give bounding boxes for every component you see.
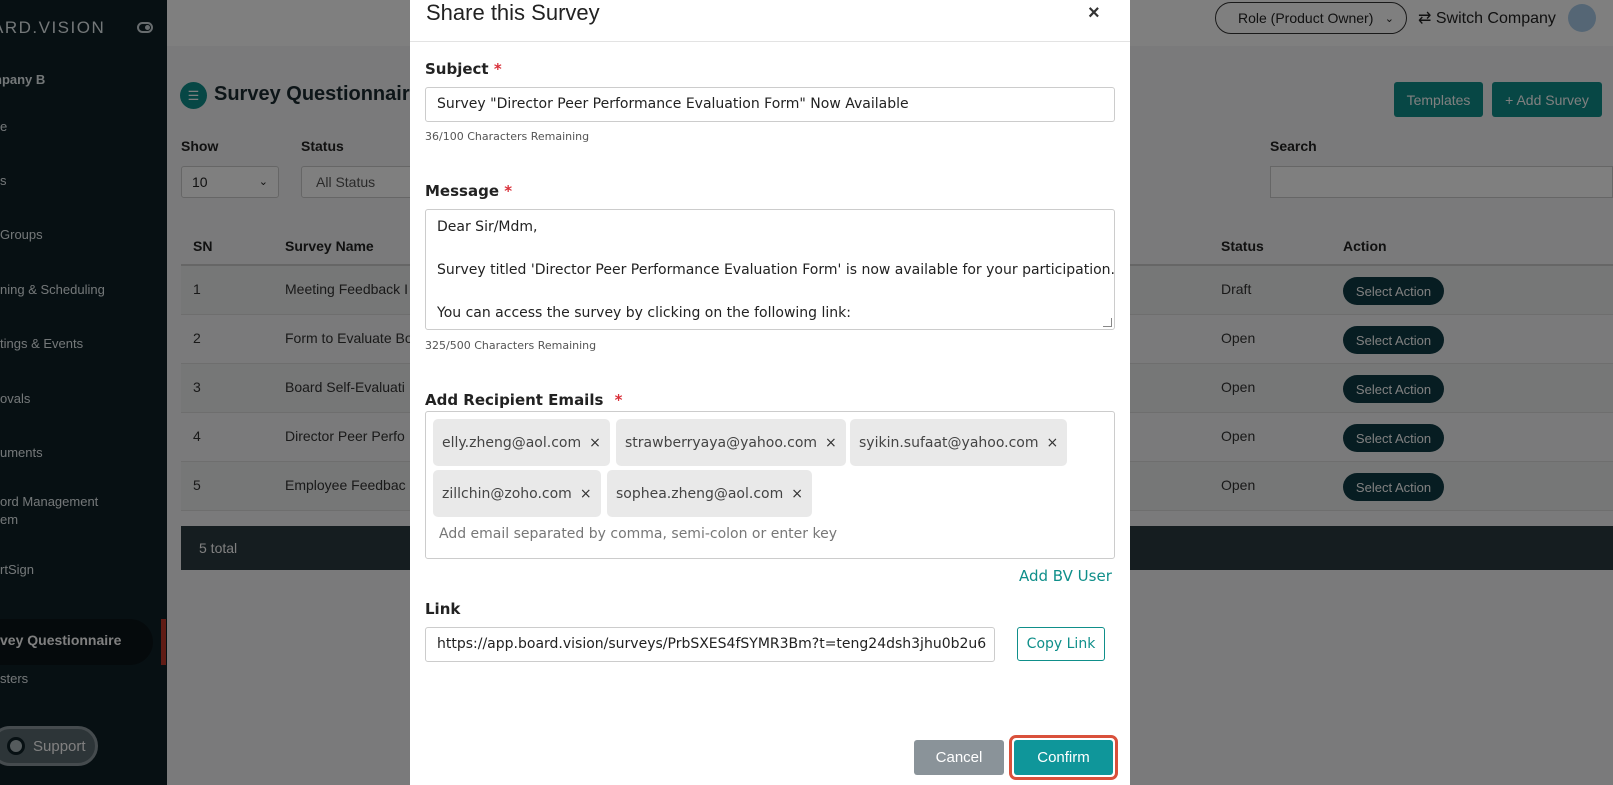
share-survey-modal: Share this Survey × Subject * Survey "Di… (410, 0, 1130, 785)
recipient-chip: strawberryaya@yahoo.com × (616, 419, 846, 466)
link-input[interactable]: https://app.board.vision/surveys/PrbSXES… (425, 627, 995, 662)
add-bv-user-link[interactable]: Add BV User (1019, 567, 1112, 585)
remove-recipient-icon[interactable]: × (825, 435, 837, 451)
subject-counter: 36/100 Characters Remaining (425, 130, 590, 143)
confirm-button[interactable]: Confirm (1014, 740, 1113, 775)
subject-label-text: Subject (425, 60, 489, 78)
recipient-email: strawberryaya@yahoo.com (625, 434, 818, 451)
subject-label: Subject * (425, 60, 502, 78)
recipients-label-text: Add Recipient Emails (425, 391, 604, 409)
modal-title: Share this Survey (426, 0, 600, 25)
remove-recipient-icon[interactable]: × (580, 486, 592, 502)
recipient-email: syikin.sufaat@yahoo.com (859, 434, 1039, 451)
message-textarea[interactable]: Dear Sir/Mdm, Survey titled 'Director Pe… (425, 209, 1115, 330)
link-label: Link (425, 600, 461, 618)
recipient-email: sophea.zheng@aol.com (616, 485, 784, 502)
resize-handle-icon[interactable] (1103, 318, 1112, 327)
recipients-label: Add Recipient Emails * (425, 391, 623, 409)
remove-recipient-icon[interactable]: × (589, 435, 601, 451)
message-line: Dear Sir/Mdm, (437, 219, 538, 235)
required-mark: * (504, 182, 513, 200)
message-counter: 325/500 Characters Remaining (425, 339, 597, 352)
remove-recipient-icon[interactable]: × (791, 486, 803, 502)
recipient-chip: elly.zheng@aol.com × (433, 419, 610, 466)
close-icon[interactable]: × (1088, 2, 1100, 25)
required-mark: * (493, 60, 502, 78)
message-line: Survey titled 'Director Peer Performance… (437, 262, 1115, 278)
subject-input[interactable]: Survey "Director Peer Performance Evalua… (425, 87, 1115, 122)
cancel-button[interactable]: Cancel (914, 740, 1004, 775)
recipient-chip: zillchin@zoho.com × (433, 470, 601, 517)
recipient-chip: sophea.zheng@aol.com × (607, 470, 812, 517)
copy-link-button[interactable]: Copy Link (1017, 627, 1105, 661)
message-line: You can access the survey by clicking on… (437, 305, 851, 321)
modal-divider (410, 41, 1130, 42)
recipient-email: elly.zheng@aol.com (442, 434, 582, 451)
required-mark: * (614, 391, 623, 409)
remove-recipient-icon[interactable]: × (1047, 435, 1059, 451)
recipients-field[interactable]: elly.zheng@aol.com × strawberryaya@yahoo… (425, 411, 1115, 559)
recipient-email: zillchin@zoho.com (442, 485, 572, 502)
recipients-input[interactable]: Add email separated by comma, semi-colon… (439, 526, 837, 542)
recipient-chip: syikin.sufaat@yahoo.com × (850, 419, 1068, 466)
message-label: Message * (425, 182, 512, 200)
message-label-text: Message (425, 182, 499, 200)
